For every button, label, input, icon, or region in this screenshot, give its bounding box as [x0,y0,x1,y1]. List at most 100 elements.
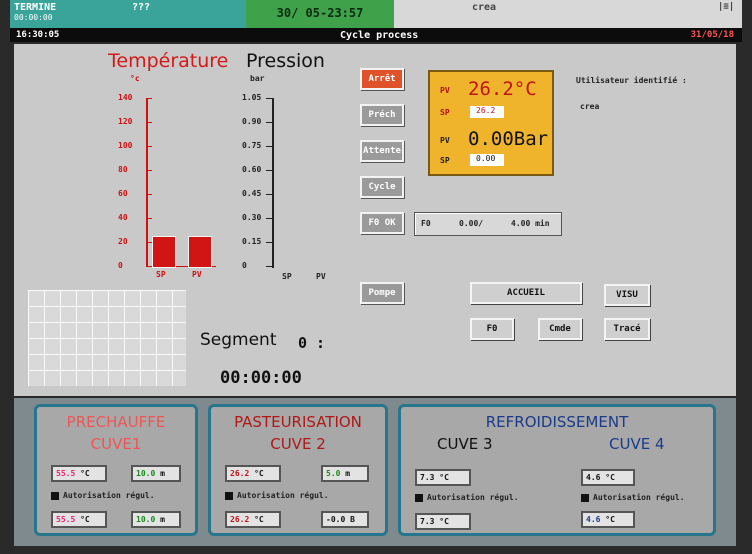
press-tick-label: 0.15 [242,237,262,246]
f0-ok-button[interactable]: F0 OK [360,212,404,234]
network-icon[interactable]: |≡| [714,0,742,28]
prechauffe-autoreg[interactable]: Autorisation régul. [51,491,155,500]
cuve3-temp1-field[interactable]: 7.3 °C [415,469,471,486]
title-bar: 16:30:05 Cycle process 31/05/18 [10,28,742,42]
cuve4-temp1-field[interactable]: 4.6 °C [581,469,635,486]
pasteurisation-temp2-field[interactable]: 26.2 °C [225,511,281,528]
cuve3-temp1: 7.3 [420,473,435,482]
pasteurisation-unit1: °C [254,469,264,478]
pasteurisation-temp1: 26.2 [230,469,250,478]
temp-sp-value[interactable]: 26.2 [470,106,504,118]
cuve4-autoreg[interactable]: Autorisation régul. [581,493,685,502]
temp-tick [146,218,152,219]
pasteurisation-val1-field[interactable]: 5.0 m [321,465,369,482]
temp-pv-label: PV [192,270,202,279]
pasteurisation-autoreg[interactable]: Autorisation régul. [225,491,329,500]
press-pv-label: PV [316,272,326,281]
prechauffe-val1-unit: m [160,469,165,478]
time-left: 16:30:05 [16,30,60,40]
temp-tick-label: 100 [118,141,133,150]
f0-display: F0 0.00/ 4.00 min [414,212,562,236]
temp-unit: °c [130,74,140,83]
temp-tick-label: 40 [118,213,128,222]
cuve3-autoreg-checkbox[interactable] [415,493,423,502]
press-pv-label: PV [440,136,450,145]
cuve3-unit2: °C [439,517,449,526]
cuve3-temp2: 7.3 [420,517,435,526]
temp-sp-label: SP [156,270,166,279]
prechauffe-temp1-field[interactable]: 55.5 °C [51,465,107,482]
pasteurisation-autoreg-checkbox[interactable] [225,491,233,500]
pressure-title: Pression [246,50,325,72]
cycle-button[interactable]: Cycle [360,176,404,198]
cuve3-temp2-field[interactable]: 7.3 °C [415,513,471,530]
press-tick-label: 0.90 [242,117,262,126]
arret-button[interactable]: Arrêt [360,68,404,90]
prechauffe-val2: 10.0 [136,515,156,524]
prech-button[interactable]: Préch [360,104,404,126]
prechauffe-panel: PRECHAUFFE CUVE1 55.5 °C 10.0 m Autorisa… [34,404,198,536]
press-tick-label: 0.45 [242,189,262,198]
temp-pv-value: 26.2°C [468,78,537,100]
f0-label: F0 [421,219,431,228]
prechauffe-temp2-field[interactable]: 55.5 °C [51,511,107,528]
f0-button[interactable]: F0 [470,318,514,340]
press-tick [266,170,274,171]
temp-tick-label: 20 [118,237,128,246]
press-tick [266,98,274,99]
prechauffe-temp1: 55.5 [56,469,76,478]
pasteurisation-autoreg-label: Autorisation régul. [237,491,329,500]
cmde-button[interactable]: Cmde [538,318,582,340]
press-sp-value[interactable]: 0.00 [470,154,504,166]
prechauffe-val1-field[interactable]: 10.0 m [131,465,181,482]
cuve3-unit1: °C [439,473,449,482]
date-right: 31/05/18 [690,30,734,40]
prechauffe-autoreg-checkbox[interactable] [51,491,59,500]
press-pv-value: 0.00Bar [468,128,549,150]
pompe-button[interactable]: Pompe [360,282,404,304]
temp-tick-label: 140 [118,93,133,102]
pasteurisation-temp2: 26.2 [230,515,250,524]
page-title: Cycle process [340,30,419,41]
prechauffe-val2-unit: m [160,515,165,524]
pasteurisation-unit2: °C [254,515,264,524]
temp-tick [146,122,152,123]
pasteurisation-val2-field[interactable]: -0.0 B [321,511,369,528]
temp-tick [146,170,152,171]
cuve1-label: CUVE1 [90,435,142,453]
pasteurisation-val1-unit: m [345,469,351,478]
visu-button[interactable]: VISU [604,284,650,306]
cuve2-label: CUVE 2 [270,435,326,453]
datetime-text: 30/ 05-23:57 [276,6,364,20]
cuve4-autoreg-checkbox[interactable] [581,493,589,502]
temp-tick [146,194,152,195]
pasteurisation-val1: 5.0 [326,469,341,478]
prechauffe-unit2: °C [80,515,90,524]
prechauffe-title: PRECHAUFFE [66,413,166,431]
press-tick [266,218,274,219]
blank-cell [574,0,714,28]
trace-button[interactable]: Tracé [604,318,650,340]
temp-tick [146,98,152,99]
attente-button[interactable]: Attente [360,140,404,162]
press-tick-label: 0.75 [242,141,262,150]
cuve4-label: CUVE 4 [609,435,665,453]
press-tick [266,146,274,147]
accueil-button[interactable]: ACCUEIL [470,282,582,304]
temp-tick-label: 0 [118,261,123,270]
cuve3-autoreg[interactable]: Autorisation régul. [415,493,519,502]
temp-tick-label: 80 [118,165,128,174]
pasteurisation-temp1-field[interactable]: 26.2 °C [225,465,281,482]
f0-value: 0.00/ [459,219,484,228]
user-cell: crea [394,0,574,28]
prechauffe-val2-field[interactable]: 10.0 m [131,511,181,528]
f0-target: 4.00 min [511,219,550,228]
cuve4-temp2-field[interactable]: 4.6 °C [581,511,635,528]
prechauffe-temp2: 55.5 [56,515,76,524]
user-label: Utilisateur identifié : [576,76,687,85]
cuve3-autoreg-label: Autorisation régul. [427,493,519,502]
press-tick-label: 0.60 [242,165,262,174]
temp-sp-label: SP [440,108,450,117]
press-sp-label: SP [440,156,450,165]
press-tick [266,266,274,267]
